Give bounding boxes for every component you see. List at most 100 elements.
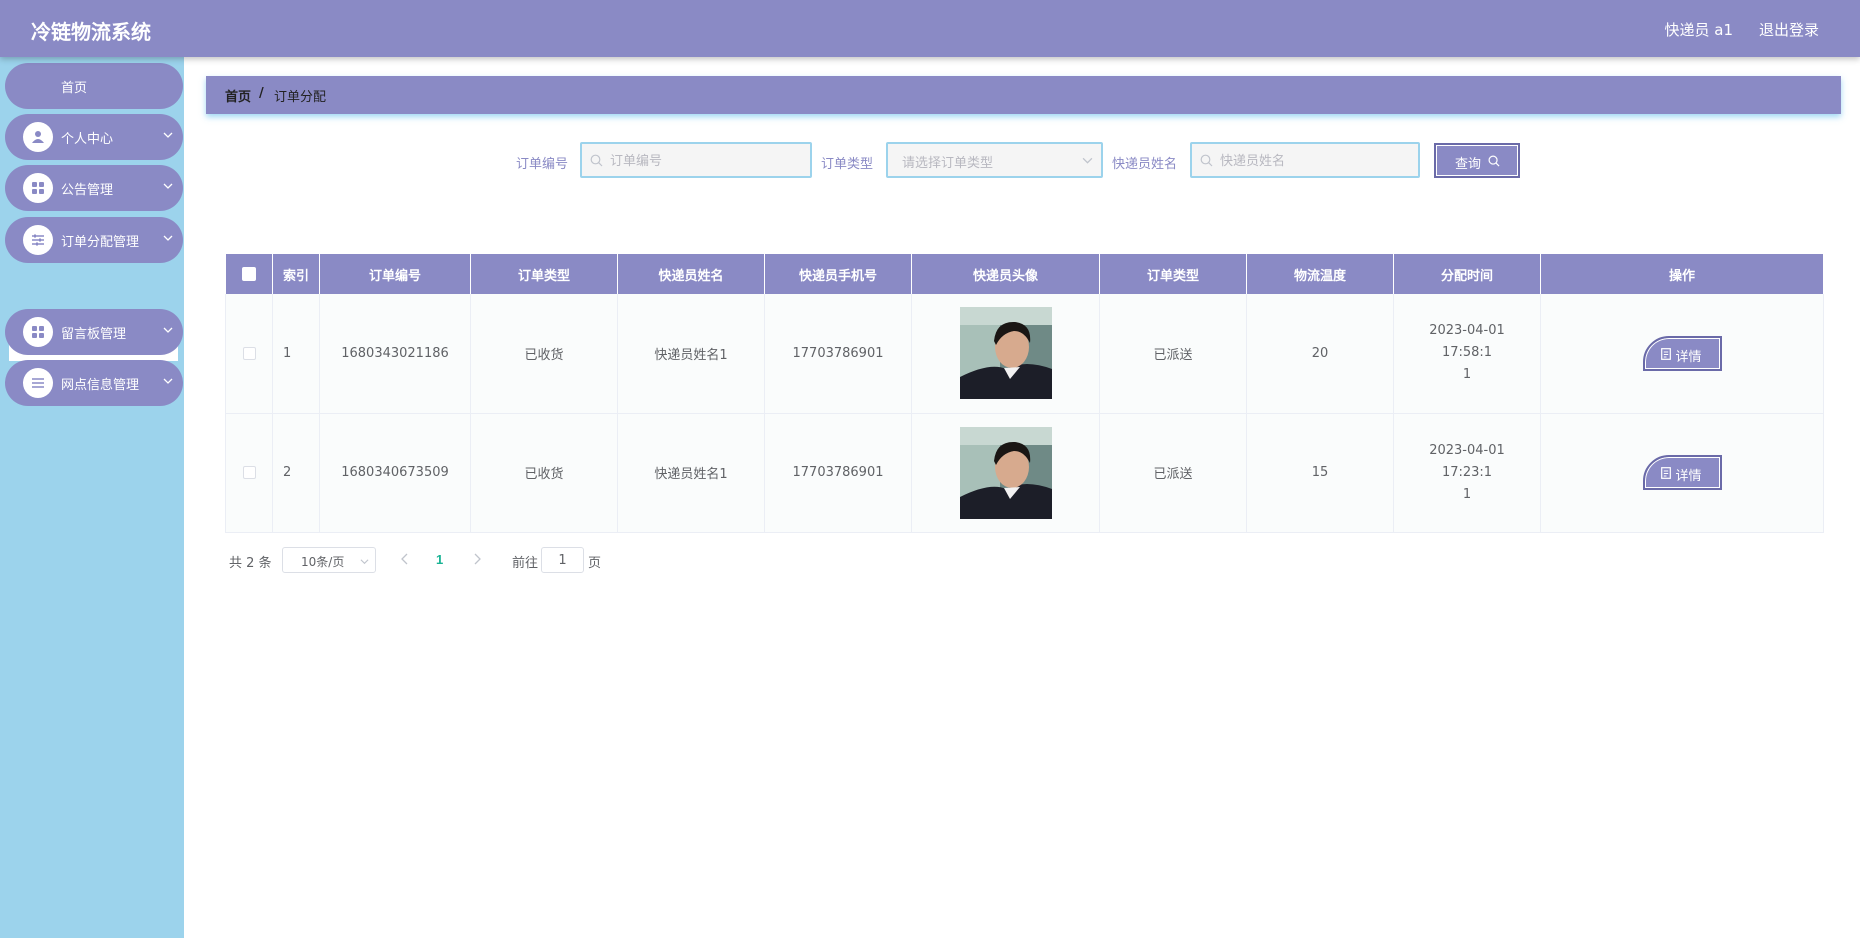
goto-label: 前往	[512, 556, 539, 571]
grid-icon	[23, 317, 53, 347]
sidebar-item-label: 订单分配管理	[61, 235, 140, 250]
chevron-down-icon	[360, 559, 369, 565]
column-header: 快递员头像	[911, 254, 1100, 294]
query-button[interactable]: 查询	[1434, 143, 1520, 178]
courier-avatar[interactable]	[959, 307, 1052, 400]
assign-time-line2: 1	[1462, 486, 1472, 502]
sidebar-item-label: 个人中心	[61, 132, 114, 147]
column-header: 订单类型	[1099, 254, 1247, 294]
order-type-cell: 已收货	[470, 294, 618, 414]
sidebar-item-label: 首页	[61, 81, 88, 96]
column-header: 快递员姓名	[617, 254, 765, 294]
search-icon	[590, 154, 603, 167]
assign-time-line2: 1	[1462, 367, 1472, 383]
sidebar-item-announcements[interactable]: 公告管理	[5, 165, 183, 211]
table-row: 2 1680340673509 已收货 快递员姓名1 17703786901 已…	[225, 413, 1824, 533]
detail-button-label: 详情	[1675, 349, 1702, 365]
chevron-down-icon	[1082, 157, 1093, 164]
next-page-icon[interactable]	[472, 553, 482, 565]
breadcrumb-home[interactable]: 首页	[225, 86, 251, 105]
list-icon	[23, 368, 53, 398]
query-button-label: 查询	[1455, 157, 1482, 172]
chevron-down-icon	[163, 132, 173, 138]
temperature-cell: 20	[1246, 294, 1394, 414]
order-type-placeholder: 请选择订单类型	[902, 156, 994, 171]
order-no-cell: 1680343021186	[319, 294, 471, 414]
order-no-cell: 1680340673509	[319, 413, 471, 533]
temperature-cell: 15	[1246, 413, 1394, 533]
column-header: 物流温度	[1246, 254, 1394, 294]
order-type-select[interactable]: 请选择订单类型	[886, 142, 1103, 178]
order-no-input[interactable]	[610, 151, 760, 171]
detail-button[interactable]: 详情	[1642, 335, 1722, 371]
user-icon	[23, 122, 53, 152]
row-select-cell	[225, 413, 273, 533]
select-all-header	[225, 254, 273, 294]
sidebar-item-message-board[interactable]: 留言板管理	[5, 309, 183, 355]
column-header: 操作	[1540, 254, 1824, 294]
courier-name-cell: 快递员姓名1	[617, 413, 765, 533]
courier-avatar[interactable]	[959, 426, 1052, 519]
column-header: 分配时间	[1393, 254, 1541, 294]
courier-phone-cell: 17703786901	[764, 294, 912, 414]
breadcrumb-current: 订单分配	[274, 90, 327, 105]
sidebar-item-outlet-info[interactable]: 网点信息管理	[5, 360, 183, 406]
table-header-row: 索引 订单编号 订单类型 快递员姓名 快递员手机号 快递员头像 订单类型 物流温…	[225, 254, 1824, 294]
courier-name-field	[1190, 142, 1420, 178]
top-header: 冷链物流系统 快递员 a1 退出登录	[0, 0, 1860, 57]
sidebar: 首页 个人中心 公告管理 订单分配管理 订单分配管理 留言板管理 网点信息	[0, 57, 184, 938]
sidebar-item-label: 公告管理	[61, 183, 114, 198]
grid-icon	[23, 173, 53, 203]
courier-name-cell: 快递员姓名1	[617, 294, 765, 414]
action-cell: 详情	[1540, 294, 1824, 414]
goto-page-input[interactable]	[541, 547, 584, 573]
order-assignment-table: 索引 订单编号 订单类型 快递员姓名 快递员手机号 快递员头像 订单类型 物流温…	[225, 254, 1824, 533]
courier-phone-cell: 17703786901	[764, 413, 912, 533]
assign-time-cell: 2023-04-01 17:23:1 1	[1393, 413, 1541, 533]
prev-page-icon[interactable]	[400, 553, 410, 565]
chevron-down-icon	[163, 378, 173, 384]
order-no-field	[580, 142, 812, 178]
detail-button-label: 详情	[1675, 469, 1702, 484]
chevron-down-icon	[163, 235, 173, 241]
order-type-cell: 已收货	[470, 413, 618, 533]
page-suffix: 页	[588, 556, 602, 571]
logout-link[interactable]: 退出登录	[1759, 19, 1819, 40]
breadcrumb-separator: /	[259, 86, 264, 101]
chevron-down-icon	[163, 183, 173, 189]
app-title: 冷链物流系统	[31, 20, 151, 44]
document-icon	[1660, 347, 1671, 360]
current-user: 快递员 a1	[1664, 21, 1733, 39]
sliders-icon	[23, 225, 53, 255]
courier-avatar-cell	[911, 413, 1100, 533]
row-index: 1	[272, 294, 320, 414]
breadcrumb: 首页 / 订单分配	[206, 76, 1841, 114]
column-header: 索引	[272, 254, 320, 294]
courier-name-label: 快递员姓名	[1112, 157, 1178, 172]
order-status-cell: 已派送	[1099, 413, 1247, 533]
select-all-checkbox[interactable]	[241, 267, 256, 281]
search-icon	[1488, 155, 1500, 167]
detail-button[interactable]: 详情	[1642, 455, 1722, 490]
row-select-cell	[225, 294, 273, 414]
row-checkbox[interactable]	[242, 466, 256, 479]
sidebar-item-order-assignment[interactable]: 订单分配管理	[5, 217, 183, 263]
order-type-label: 订单类型	[821, 157, 874, 172]
assign-time-line1: 2023-04-01 17:58:1	[1429, 323, 1505, 361]
courier-name-input[interactable]	[1220, 151, 1370, 171]
document-icon	[1660, 467, 1671, 479]
page-size-select[interactable]: 10条/页	[282, 547, 376, 573]
page-size-value: 10条/页	[301, 555, 345, 569]
sidebar-item-personal-center[interactable]: 个人中心	[5, 114, 183, 160]
column-header: 订单类型	[470, 254, 618, 294]
row-checkbox[interactable]	[242, 346, 256, 360]
page-number[interactable]: 1	[436, 552, 443, 567]
assign-time-cell: 2023-04-01 17:58:1 1	[1393, 294, 1541, 414]
order-no-label: 订单编号	[516, 157, 569, 172]
column-header: 快递员手机号	[764, 254, 912, 294]
order-status-cell: 已派送	[1099, 294, 1247, 414]
action-cell: 详情	[1540, 413, 1824, 533]
sidebar-item-home[interactable]: 首页	[5, 63, 183, 109]
search-icon	[1200, 154, 1213, 167]
sidebar-item-label: 网点信息管理	[61, 378, 140, 393]
